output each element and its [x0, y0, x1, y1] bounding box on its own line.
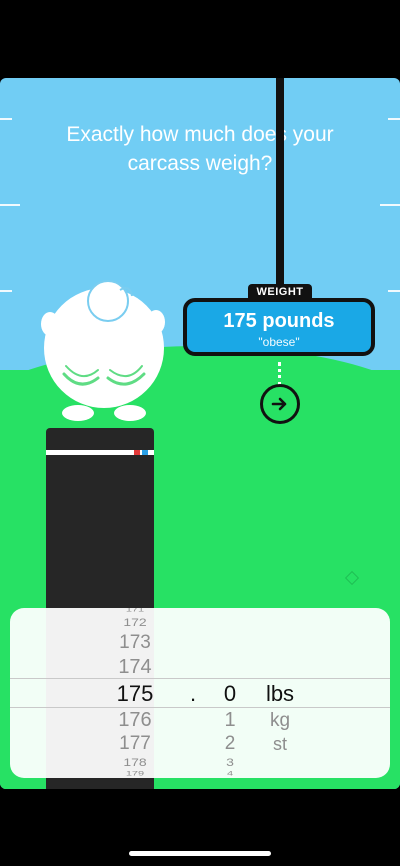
tick-right-3 — [388, 290, 400, 292]
picker-number-column[interactable]: 171 172 173 174 175 176 177 178 179 — [90, 608, 180, 778]
weight-picker[interactable]: 171 172 173 174 175 176 177 178 179 . 0 … — [10, 608, 390, 778]
question-heading: Exactly how much does your carcass weigh… — [66, 123, 334, 175]
picker-selection-band — [10, 678, 390, 708]
character-head-icon — [41, 280, 165, 421]
picker-number-item[interactable]: 171 — [90, 608, 180, 613]
picker-decimal-item[interactable]: 3 — [210, 756, 250, 768]
pillar-flag-red — [134, 450, 140, 455]
hanging-rope — [276, 78, 284, 290]
tick-left-3 — [0, 290, 12, 292]
tick-right-2 — [380, 204, 400, 206]
picker-decimal-item[interactable]: 1 — [210, 709, 250, 732]
arrow-right-circle-icon — [271, 397, 287, 411]
picker-decimal-column[interactable]: 0 1 2 3 4 — [210, 608, 250, 778]
tick-left-1 — [0, 118, 12, 120]
picker-decimal-selected[interactable]: 0 — [210, 681, 250, 707]
picker-unit-item[interactable]: kg — [260, 710, 300, 732]
pillar-flag-blue — [142, 450, 148, 455]
picker-number-item[interactable]: 178 — [90, 756, 180, 768]
next-button[interactable] — [260, 384, 300, 424]
picker-decimal-item[interactable]: 4 — [210, 771, 250, 778]
picker-unit-selected[interactable]: lbs — [260, 681, 300, 707]
decimal-separator: . — [190, 681, 197, 706]
picker-number-item[interactable]: 172 — [90, 616, 180, 628]
dotted-connector — [278, 362, 281, 386]
picker-number-item[interactable]: 176 — [90, 709, 180, 732]
weight-value: 175 pounds — [223, 310, 335, 332]
tick-right-1 — [388, 118, 400, 120]
tick-left-2 — [0, 204, 20, 206]
picker-unit-column[interactable]: lbs kg st — [260, 608, 300, 778]
picker-number-item[interactable]: 177 — [90, 733, 180, 755]
picker-number-item[interactable]: 179 — [90, 771, 180, 778]
picker-unit-item[interactable]: st — [260, 734, 300, 755]
home-indicator[interactable] — [129, 851, 271, 856]
picker-number-item[interactable]: 173 — [90, 632, 180, 654]
picker-number-item[interactable]: 174 — [90, 656, 180, 679]
weight-note: "obese" — [258, 335, 300, 349]
picker-number-selected[interactable]: 175 — [90, 681, 180, 707]
weight-display: 175 pounds "obese" — [183, 298, 375, 356]
picker-decimal-item[interactable]: 2 — [210, 733, 250, 755]
